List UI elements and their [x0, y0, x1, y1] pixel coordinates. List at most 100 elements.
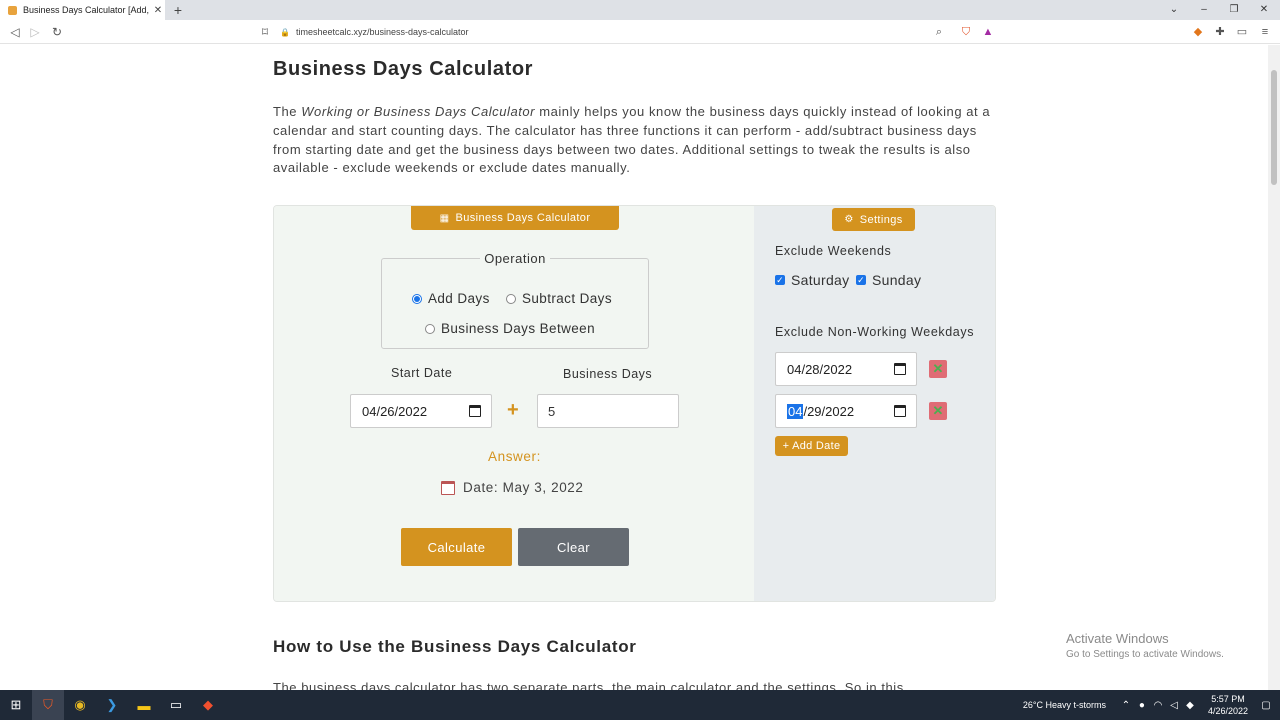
- radio-selected-icon[interactable]: [412, 293, 422, 304]
- excluded-date-input[interactable]: 04/28/2022: [775, 352, 917, 386]
- chevron-up-icon[interactable]: ⌃: [1118, 700, 1134, 711]
- brave-browser-icon[interactable]: ⛉: [32, 690, 64, 720]
- reload-icon[interactable]: ↻: [48, 23, 66, 41]
- calculator-header-tab[interactable]: ▦ Business Days Calculator: [411, 206, 619, 230]
- settings-header-tab[interactable]: ⚙ Settings: [832, 208, 915, 231]
- radio-unselected-icon[interactable]: [506, 293, 516, 304]
- notification-icon[interactable]: ▢: [1258, 700, 1274, 711]
- browser-toolbar: ◁ ▷ ↻ ⌑ 🔒 timesheetcalc.xyz/business-day…: [0, 20, 1280, 44]
- git-icon[interactable]: ◆: [192, 690, 224, 720]
- intro-text-start: The: [273, 104, 302, 119]
- operation-legend: Operation: [484, 251, 546, 266]
- calculator-header-label: Business Days Calculator: [455, 212, 591, 224]
- calculator-panel: ▦ Business Days Calculator Operation Add…: [274, 206, 754, 601]
- browser-tab-bar: Business Days Calculator [Add, Su ✕ + ⌄ …: [0, 0, 1280, 20]
- calendar-picker-icon[interactable]: [894, 405, 906, 417]
- selected-month-segment: 04: [787, 403, 804, 419]
- tab-search-icon[interactable]: ⌄: [1158, 0, 1190, 20]
- business-days-label: Business Days: [563, 367, 653, 381]
- start-date-value: 04/26/2022: [362, 403, 428, 419]
- date-rest: /29/2022: [803, 403, 855, 419]
- metamask-tray-icon[interactable]: ◆: [1182, 700, 1198, 711]
- saturday-checkbox[interactable]: ✓ Saturday: [775, 272, 849, 288]
- chrome-icon[interactable]: ◉: [64, 690, 96, 720]
- plus-icon: +: [507, 399, 519, 421]
- intro-paragraph: The Working or Business Days Calculator …: [273, 103, 993, 178]
- address-bar[interactable]: 🔒 timesheetcalc.xyz/business-days-calcul…: [280, 23, 1000, 41]
- business-days-input[interactable]: 5: [537, 394, 679, 428]
- radio-label: Subtract Days: [522, 291, 612, 306]
- tab-title: Business Days Calculator [Add, Su: [23, 5, 151, 15]
- excluded-date-value: 04/28/2022: [787, 361, 853, 377]
- checkbox-checked-icon[interactable]: ✓: [775, 275, 785, 285]
- windows-taskbar: ⊞ ⛉ ◉ ❯ ▬ ▭ ◆ 26°C Heavy t-storms ⌃ ● ◠ …: [0, 690, 1280, 720]
- microphone-icon[interactable]: ●: [1134, 700, 1150, 711]
- clock-date: 4/26/2022: [1207, 706, 1248, 716]
- section-paragraph: The business days calculator has two sep…: [273, 680, 904, 690]
- start-date-label: Start Date: [391, 366, 453, 380]
- excluded-date-input[interactable]: 04/29/2022: [775, 394, 917, 428]
- calendar-icon: ▦: [439, 212, 450, 224]
- menu-icon[interactable]: ≡: [1257, 24, 1273, 40]
- radio-subtract-days[interactable]: Subtract Days: [506, 291, 612, 306]
- radio-add-days[interactable]: Add Days: [412, 291, 490, 306]
- intro-emphasis: Working or Business Days Calculator: [301, 104, 536, 119]
- page-scrollbar[interactable]: [1268, 45, 1280, 690]
- lock-icon: 🔒: [280, 27, 290, 37]
- zoom-icon[interactable]: ⌕: [931, 24, 947, 40]
- restore-button[interactable]: ❐: [1218, 0, 1250, 20]
- settings-panel: ⚙ Settings Exclude Weekends ✓ Saturday ✓…: [754, 206, 995, 601]
- checkbox-label: Saturday: [791, 272, 850, 288]
- checkbox-label: Sunday: [872, 272, 922, 288]
- close-window-button[interactable]: ✕: [1248, 0, 1280, 20]
- clear-button[interactable]: Clear: [518, 528, 629, 566]
- calendar-picker-icon[interactable]: [894, 363, 906, 375]
- extensions-icon[interactable]: ✚: [1212, 24, 1228, 40]
- brave-rewards-icon[interactable]: ▲: [980, 24, 996, 40]
- page-content: Business Days Calculator The Working or …: [0, 45, 1268, 690]
- business-days-value: 5: [548, 403, 556, 419]
- sunday-checkbox[interactable]: ✓ Sunday: [856, 272, 921, 288]
- gear-icon: ⚙: [844, 214, 854, 225]
- exclude-weekends-label: Exclude Weekends: [775, 244, 892, 258]
- remove-date-button[interactable]: ✕: [929, 402, 947, 420]
- exclude-weekdays-label: Exclude Non-Working Weekdays: [775, 325, 975, 339]
- brave-shield-icon[interactable]: ⛉: [958, 24, 974, 40]
- terminal-icon[interactable]: ▭: [160, 690, 192, 720]
- vscode-icon[interactable]: ❯: [96, 690, 128, 720]
- calendar-picker-icon[interactable]: [469, 405, 481, 417]
- volume-icon[interactable]: ◁: [1166, 700, 1182, 711]
- page-title: Business Days Calculator: [273, 58, 534, 80]
- wallet-icon[interactable]: ▭: [1234, 24, 1250, 40]
- radio-unselected-icon[interactable]: [425, 323, 435, 334]
- minimize-button[interactable]: –: [1188, 0, 1220, 20]
- network-icon[interactable]: ◠: [1150, 700, 1166, 711]
- weather-widget[interactable]: 26°C Heavy t-storms: [1023, 700, 1106, 710]
- start-date-input[interactable]: 04/26/2022: [350, 394, 492, 428]
- file-explorer-icon[interactable]: ▬: [128, 690, 160, 720]
- browser-tab[interactable]: Business Days Calculator [Add, Su ✕: [0, 0, 165, 20]
- bookmark-icon[interactable]: ⌑: [256, 23, 274, 41]
- activate-subtitle: Go to Settings to activate Windows.: [1066, 649, 1224, 660]
- forward-icon[interactable]: ▷: [26, 23, 44, 41]
- scrollbar-thumb[interactable]: [1271, 70, 1277, 185]
- answer-label: Answer:: [488, 449, 541, 464]
- result-line: Date: May 3, 2022: [441, 480, 584, 495]
- calculate-button[interactable]: Calculate: [401, 528, 512, 566]
- clock[interactable]: 5:57 PM 4/26/2022: [1208, 693, 1248, 717]
- site-favicon-icon: [8, 5, 17, 15]
- close-tab-icon[interactable]: ✕: [151, 5, 165, 16]
- calculator-box: ▦ Business Days Calculator Operation Add…: [273, 205, 996, 602]
- settings-header-label: Settings: [859, 213, 903, 226]
- add-date-button[interactable]: + Add Date: [775, 436, 848, 456]
- radio-business-days-between[interactable]: Business Days Between: [425, 321, 595, 336]
- back-icon[interactable]: ◁: [6, 23, 24, 41]
- start-icon[interactable]: ⊞: [0, 690, 32, 720]
- checkbox-checked-icon[interactable]: ✓: [856, 275, 866, 285]
- radio-label: Add Days: [428, 291, 490, 306]
- new-tab-button[interactable]: +: [170, 1, 186, 19]
- remove-date-button[interactable]: ✕: [929, 360, 947, 378]
- url-text: timesheetcalc.xyz/business-days-calculat…: [295, 27, 469, 37]
- metamask-icon[interactable]: ◆: [1190, 24, 1206, 40]
- activate-title: Activate Windows: [1066, 631, 1169, 646]
